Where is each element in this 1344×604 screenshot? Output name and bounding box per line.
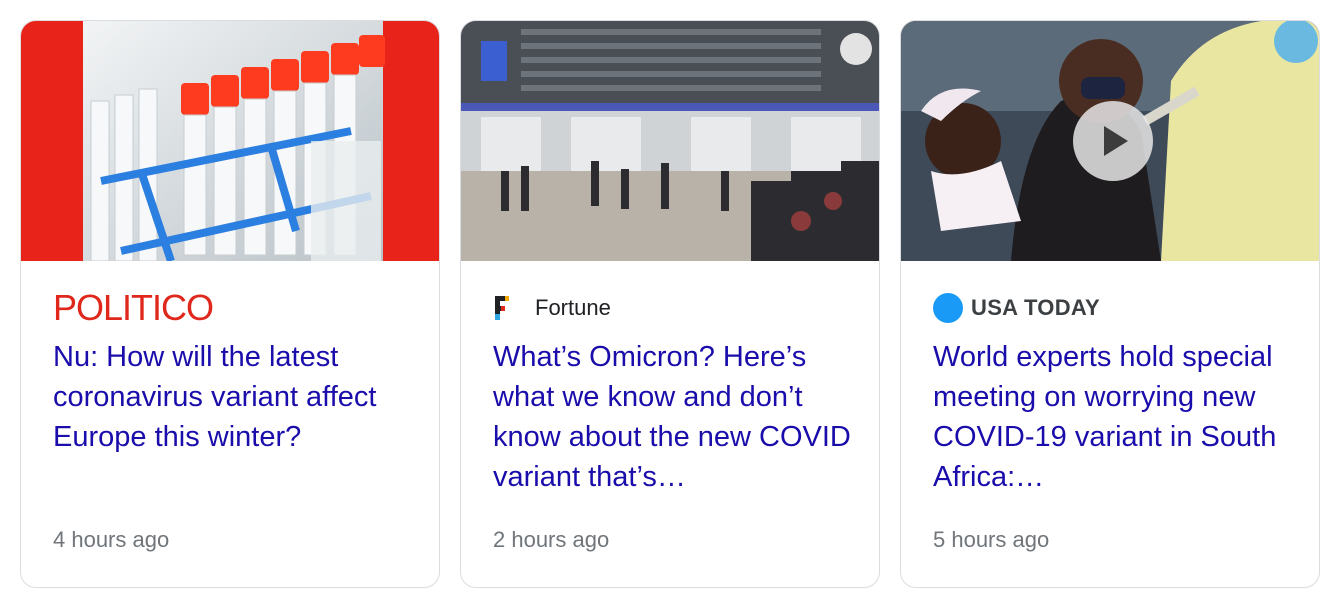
headline-link[interactable]: Nu: How will the latest coronavirus vari…: [53, 337, 413, 457]
source-fortune: Fortune: [493, 291, 611, 325]
test-tubes-image[interactable]: [21, 21, 439, 261]
news-card-fortune[interactable]: Fortune What’s Omicron? Here’s what we k…: [460, 20, 880, 588]
airport-terminal-image[interactable]: [461, 21, 879, 261]
fortune-logo-icon: [495, 296, 509, 320]
headline-link[interactable]: World experts hold special meeting on wo…: [933, 337, 1293, 497]
source-usa-today: USA TODAY: [933, 291, 1100, 325]
headline-link[interactable]: What’s Omicron? Here’s what we know and …: [493, 337, 853, 497]
timestamp: 5 hours ago: [933, 527, 1050, 552]
timestamp: 4 hours ago: [53, 527, 170, 552]
news-card-usa-today[interactable]: USA TODAY World experts hold special mee…: [900, 20, 1320, 588]
play-icon: [1104, 126, 1128, 156]
news-card-politico[interactable]: POLITICO Nu: How will the latest coronav…: [20, 20, 440, 588]
vaccination-video-thumbnail[interactable]: [901, 21, 1319, 261]
timestamp: 2 hours ago: [493, 527, 610, 552]
news-carousel: POLITICO Nu: How will the latest coronav…: [0, 0, 1344, 604]
source-name: USA TODAY: [971, 295, 1101, 320]
usa-today-logo-icon: [933, 293, 963, 323]
source-name: Fortune: [535, 295, 611, 320]
source-politico: POLITICO: [53, 287, 214, 328]
play-video-button[interactable]: [1073, 101, 1153, 181]
politico-logo: POLITICO: [53, 287, 214, 328]
